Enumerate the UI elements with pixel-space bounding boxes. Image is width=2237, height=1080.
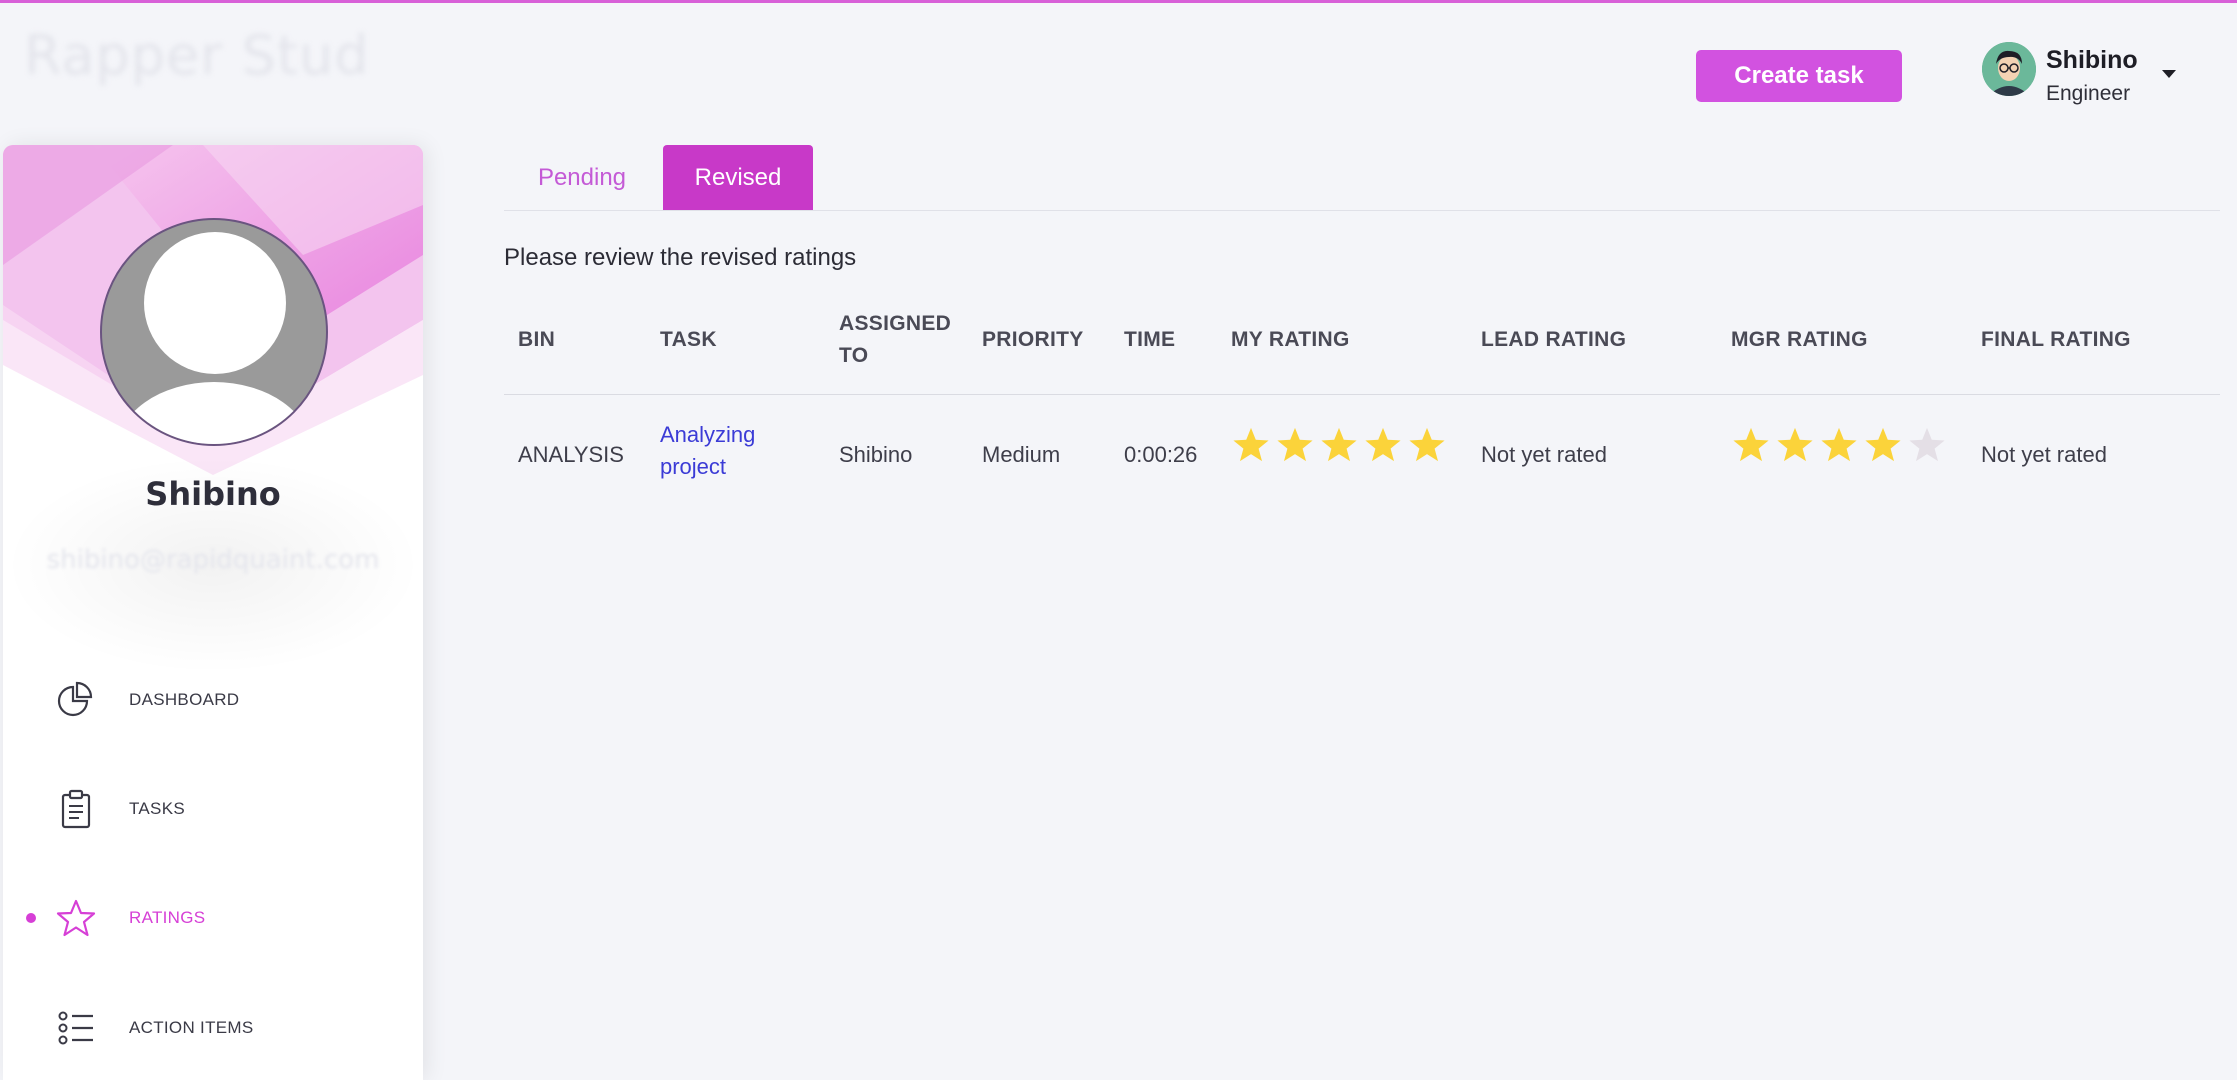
sidebar-item-label: TASKS	[129, 799, 185, 818]
star-filled-icon	[1233, 427, 1269, 462]
column-header-my-rating: MY RATING	[1231, 328, 1350, 351]
sidebar-item-label: RATINGS	[129, 908, 206, 927]
cell-time: 0:00:26	[1124, 442, 1198, 467]
column-header-time: TIME	[1124, 328, 1176, 351]
rating-tabs: Pending Revised	[504, 145, 2220, 211]
tab-pending[interactable]: Pending	[504, 145, 660, 210]
user-role: Engineer	[2046, 82, 2131, 105]
column-header-bin: BIN	[518, 328, 556, 351]
column-header-final-rating: FINAL RATING	[1981, 328, 2131, 351]
sidebar-item-dashboard[interactable]: DASHBOARD	[3, 665, 423, 735]
star-filled-icon	[1821, 427, 1857, 462]
cell-priority: Medium	[982, 442, 1061, 467]
profile-email: shibino@rapidquaint.com	[46, 545, 380, 575]
app-logo[interactable]: Rapper Study	[24, 24, 364, 94]
mgr-rating-stars	[1732, 426, 1946, 464]
star-filled-icon	[1277, 427, 1313, 462]
star-filled-icon	[1733, 427, 1769, 462]
cell-assigned-to: Shibino	[839, 442, 913, 467]
column-header-priority: PRIORITY	[982, 328, 1084, 351]
sidebar-item-ratings[interactable]: RATINGS	[3, 883, 423, 953]
star-filled-icon	[1865, 427, 1901, 462]
pie-chart-icon	[57, 681, 93, 717]
user-avatar	[1982, 42, 2036, 96]
cell-bin: ANALYSIS	[518, 442, 624, 467]
star-filled-icon	[1777, 427, 1813, 462]
create-task-button[interactable]: Create task	[1696, 50, 1902, 102]
sidebar-item-tasks[interactable]: TASKS	[3, 774, 423, 844]
column-header-mgr-rating: MGR RATING	[1731, 328, 1868, 351]
column-header-task: TASK	[660, 328, 717, 351]
sidebar-item-label: DASHBOARD	[129, 690, 240, 709]
column-header-lead-rating: LEAD RATING	[1481, 328, 1627, 351]
star-outline-icon	[56, 899, 96, 937]
tab-revised[interactable]: Revised	[663, 145, 813, 210]
user-menu[interactable]: Shibino Engineer	[1982, 40, 2182, 110]
cell-lead-rating: Not yet rated	[1481, 442, 1607, 467]
clipboard-icon	[61, 789, 91, 829]
profile-avatar	[100, 218, 328, 446]
table-header-divider	[504, 394, 2220, 395]
star-empty-icon	[1909, 427, 1945, 462]
star-filled-icon	[1365, 427, 1401, 462]
sidebar-item-label: ACTION ITEMS	[129, 1018, 254, 1037]
profile-name: Shibino	[145, 475, 281, 513]
review-message: Please review the revised ratings	[504, 244, 857, 271]
sidebar-item-action-items[interactable]: ACTION ITEMS	[3, 993, 423, 1063]
list-icon	[58, 1011, 93, 1045]
star-filled-icon	[1321, 427, 1357, 462]
my-rating-stars	[1232, 426, 1446, 464]
active-indicator-dot	[26, 913, 36, 923]
user-name: Shibino	[2046, 46, 2138, 74]
top-accent-bar	[0, 0, 2237, 3]
sidebar: Shibino shibino@rapidquaint.com DASHBOAR…	[3, 145, 423, 1080]
task-link[interactable]: Analyzing project	[660, 419, 790, 483]
star-filled-icon	[1409, 427, 1445, 462]
chevron-down-icon[interactable]	[2162, 70, 2176, 78]
cell-final-rating: Not yet rated	[1981, 442, 2107, 467]
column-header-assigned-to: ASSIGNED TO	[839, 312, 952, 367]
